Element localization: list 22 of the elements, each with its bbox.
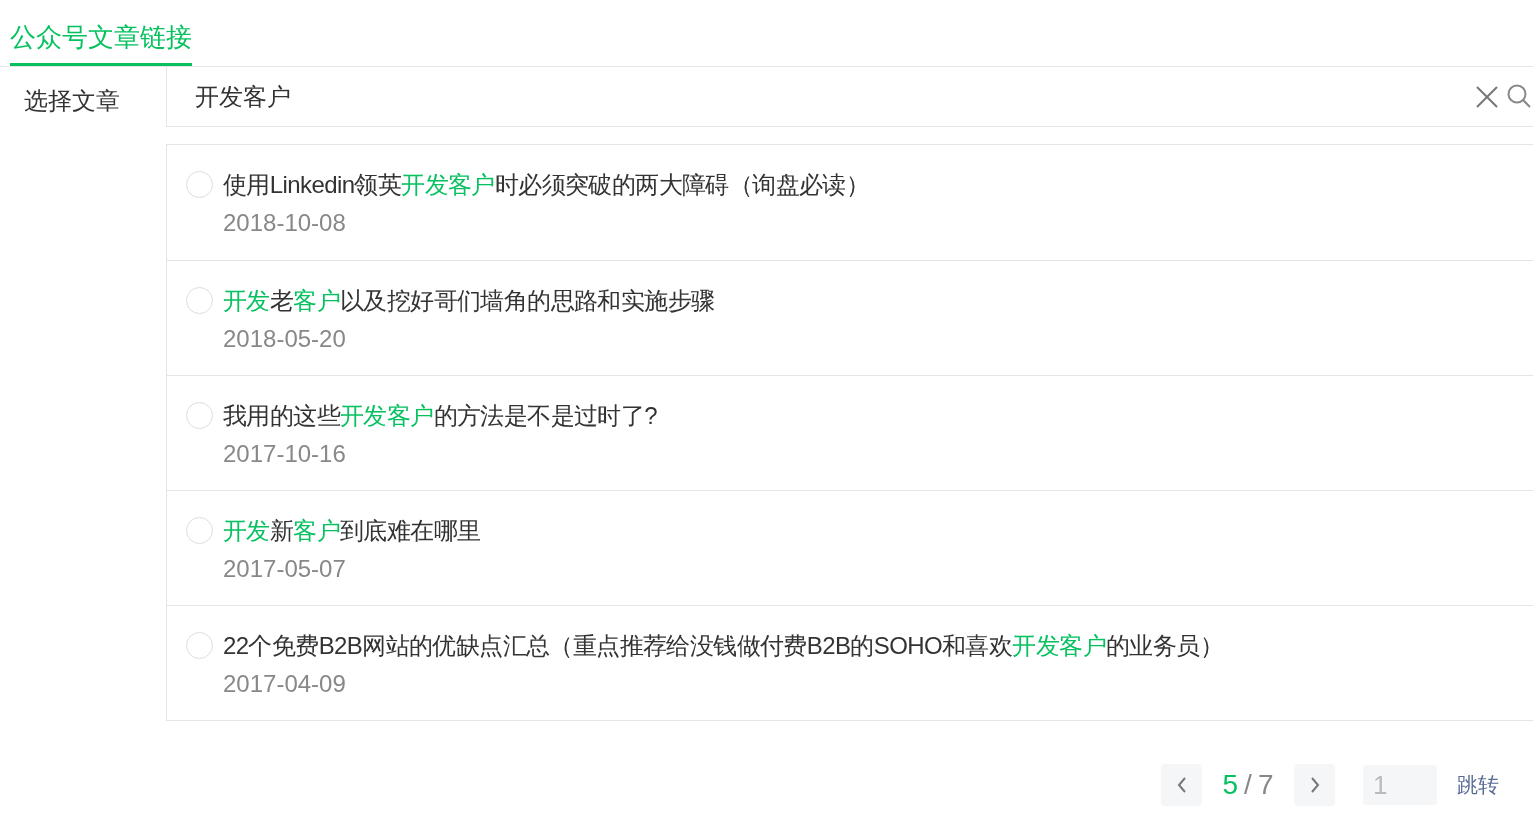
close-icon[interactable] <box>1475 84 1499 109</box>
article-date: 2018-10-08 <box>223 208 347 238</box>
article-date: 2018-05-20 <box>223 324 347 354</box>
chevron-right-icon <box>1309 777 1320 793</box>
article-title: 22个免费B2B网站的优缺点汇总（重点推荐给没钱做付费B2B的SOHO和喜欢开发客户的业务员） <box>223 631 1223 661</box>
chevron-left-icon <box>1176 777 1187 793</box>
search-field[interactable]: 开发客户 <box>195 78 1475 115</box>
page-separator: / <box>1244 768 1252 802</box>
current-page: 5 <box>1222 768 1239 802</box>
previous-page-button[interactable] <box>1161 764 1202 806</box>
article-title: 使用Linkedin领英开发客户时必须突破的两大障碍（询盘必读） <box>223 170 870 200</box>
article-title: 我用的这些开发客户的方法是不是过时了? <box>223 401 657 431</box>
search-icon[interactable] <box>1507 83 1531 110</box>
article-title: 开发新客户到底难在哪里 <box>223 516 481 546</box>
total-pages: 7 <box>1257 768 1274 802</box>
article-date: 2017-05-07 <box>223 554 347 584</box>
article-date: 2017-10-16 <box>223 439 347 469</box>
next-page-button[interactable] <box>1294 764 1335 806</box>
jump-link[interactable]: 跳转 <box>1457 769 1499 801</box>
article-date: 2017-04-09 <box>223 669 347 699</box>
article-title: 开发老客户以及挖好哥们墙角的思路和实施步骤 <box>223 286 715 316</box>
field-label: 选择文章 <box>24 87 120 114</box>
